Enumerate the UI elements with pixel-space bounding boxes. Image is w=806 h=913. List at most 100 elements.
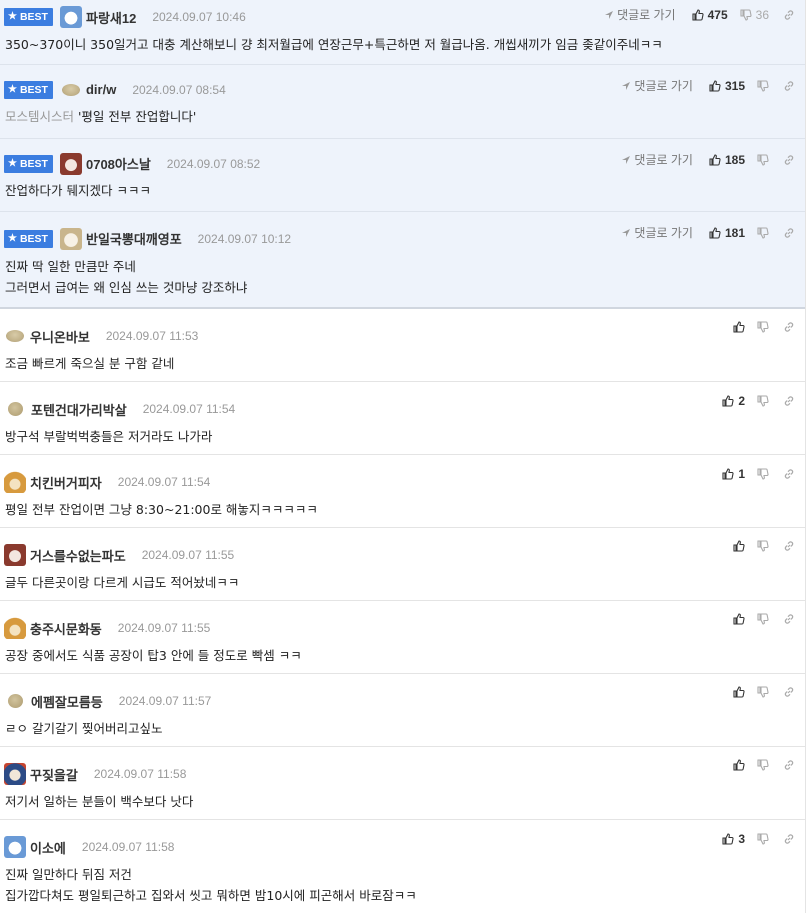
best-comment: ★ BEST 0708아스날 2024.09.07 08:52 댓글로 가기 18… [0,139,805,212]
link-icon[interactable] [783,227,795,239]
like-button[interactable]: 181 [709,226,745,240]
link-icon[interactable] [783,321,795,333]
dislike-button[interactable] [757,759,769,771]
dislike-button[interactable] [757,613,769,625]
comment-author[interactable]: 이소에 [30,838,66,857]
reply-link[interactable]: 댓글로 가기 [621,77,693,94]
comment-body: 글두 다른곳이랑 다르게 시급도 적어놨네ㅋㅋ [5,575,240,590]
dislike-button[interactable] [757,686,769,698]
reply-link[interactable]: 댓글로 가기 [621,151,693,168]
comment-body: 평일 전부 잔업이면 그냥 8:30~21:00로 해놓지ㅋㅋㅋㅋㅋ [5,502,318,517]
comment: 꾸짖을갈 2024.09.07 11:58 저기서 일하는 분들이 백수보다 낫… [0,747,805,820]
avatar[interactable] [61,83,80,96]
avatar[interactable] [8,402,23,416]
dislike-button[interactable] [757,395,769,407]
dislike-button[interactable] [757,540,769,552]
thumbs-up-icon [692,8,704,21]
avatar[interactable] [8,694,23,708]
thumbs-down-icon [757,321,769,333]
like-button[interactable]: 1 [722,467,745,481]
link-icon[interactable] [783,9,795,21]
thumbs-up-icon [722,395,734,407]
comment-author[interactable]: 꾸짖을갈 [30,765,78,784]
comment-body: 350~370이니 350일거고 대충 계산해보니 걍 최저월급에 연장근무+특… [5,37,663,52]
link-icon[interactable] [783,540,795,552]
comment-author[interactable]: 포텐건대가리박살 [31,400,127,419]
thumbs-down-icon [757,153,769,166]
like-button[interactable]: 185 [709,153,745,167]
arrow-icon [622,228,631,237]
dislike-button[interactable] [757,468,769,480]
like-button[interactable]: 2 [722,394,745,408]
thumbs-up-icon [733,759,745,771]
like-button[interactable] [733,321,745,333]
dislike-button[interactable]: 36 [740,8,769,22]
avatar[interactable] [4,544,26,566]
comment-date: 2024.09.07 11:55 [117,621,211,635]
link-icon[interactable] [783,468,795,480]
like-button[interactable] [733,686,745,698]
comment-author[interactable]: 0708아스날 [86,154,151,173]
comment-author[interactable]: 파랑새12 [86,8,136,27]
like-button[interactable]: 475 [692,8,728,22]
link-icon[interactable] [783,759,795,771]
reply-link[interactable]: 댓글로 가기 [621,224,693,241]
avatar[interactable] [59,6,82,28]
avatar[interactable] [59,152,82,175]
thumbs-down-icon [757,395,769,407]
reply-link[interactable]: 댓글로 가기 [604,6,676,23]
thumbs-down-icon [740,8,752,21]
comment-author[interactable]: 우니온바보 [30,327,90,346]
comment-author[interactable]: 충주시문화동 [30,619,102,638]
like-button[interactable]: 3 [722,832,745,846]
like-button[interactable]: 315 [709,79,745,93]
comment-body: 조금 빠르게 죽으실 분 구함 같네 [5,356,175,371]
dislike-button[interactable] [757,321,769,333]
like-button[interactable] [733,613,745,625]
avatar[interactable] [4,617,26,639]
comment-author[interactable]: 치킨버거피자 [30,473,102,492]
avatar[interactable] [4,763,26,785]
avatar[interactable] [6,330,24,342]
thumbs-up-icon [709,79,721,92]
comment-body: 저기서 일하는 분들이 백수보다 낫다 [5,794,194,809]
link-icon[interactable] [783,613,795,625]
best-badge: ★ BEST [4,8,53,26]
comment-date: 2024.09.07 11:58 [81,840,175,854]
avatar[interactable] [4,836,26,858]
avatar[interactable] [4,471,26,493]
link-icon[interactable] [783,154,795,166]
best-comment: ★ BEST dir/w 2024.09.07 08:54 댓글로 가기 315 … [0,65,805,139]
link-icon[interactable] [783,833,795,845]
comment-date: 2024.09.07 11:57 [118,694,212,708]
dislike-button[interactable] [757,833,769,845]
dislike-button[interactable] [757,79,769,92]
avatar[interactable] [59,227,82,250]
like-button[interactable] [733,540,745,552]
thumbs-up-icon [709,226,721,239]
comment-body: 공장 중에서도 식품 공장이 탑3 안에 들 정도로 빡셈 ㅋㅋ [5,648,302,663]
link-icon[interactable] [783,80,795,92]
comment-author[interactable]: 반일국뽕대깨영포 [86,229,182,248]
comment-body: 방구석 부랄벅벅충들은 저거라도 나가라 [5,429,213,444]
dislike-button[interactable] [757,226,769,239]
comment-body: 모스템시스터 '평일 전부 잔업합니다' [5,109,197,124]
comment-date: 2024.09.07 11:53 [105,329,199,343]
thumbs-down-icon [757,759,769,771]
comment-author[interactable]: 거스를수없는파도 [30,546,126,565]
comment: 에펨잘모름등 2024.09.07 11:57 ㄹㅇ 갈기갈기 찢어버리고싶노 [0,674,805,747]
comment-list: ★ BEST 파랑새12 2024.09.07 10:46 댓글로 가기 475 … [0,0,806,913]
thumbs-down-icon [757,79,769,92]
dislike-button[interactable] [757,153,769,166]
comment-author[interactable]: dir/w [86,82,116,97]
thumbs-down-icon [757,686,769,698]
like-count: 475 [707,7,728,22]
link-icon[interactable] [783,395,795,407]
best-badge: ★ BEST [4,154,53,173]
comment-date: 2024.09.07 11:54 [117,475,211,489]
comment-body: 진짜 일만하다 뒤짐 저건 집가깝다쳐도 평일퇴근하고 집와서 씻고 뭐하면 밤… [5,867,417,903]
comment-author[interactable]: 에펨잘모름등 [31,692,103,711]
comment-date: 2024.09.07 11:54 [142,402,236,416]
like-button[interactable] [733,759,745,771]
link-icon[interactable] [783,686,795,698]
